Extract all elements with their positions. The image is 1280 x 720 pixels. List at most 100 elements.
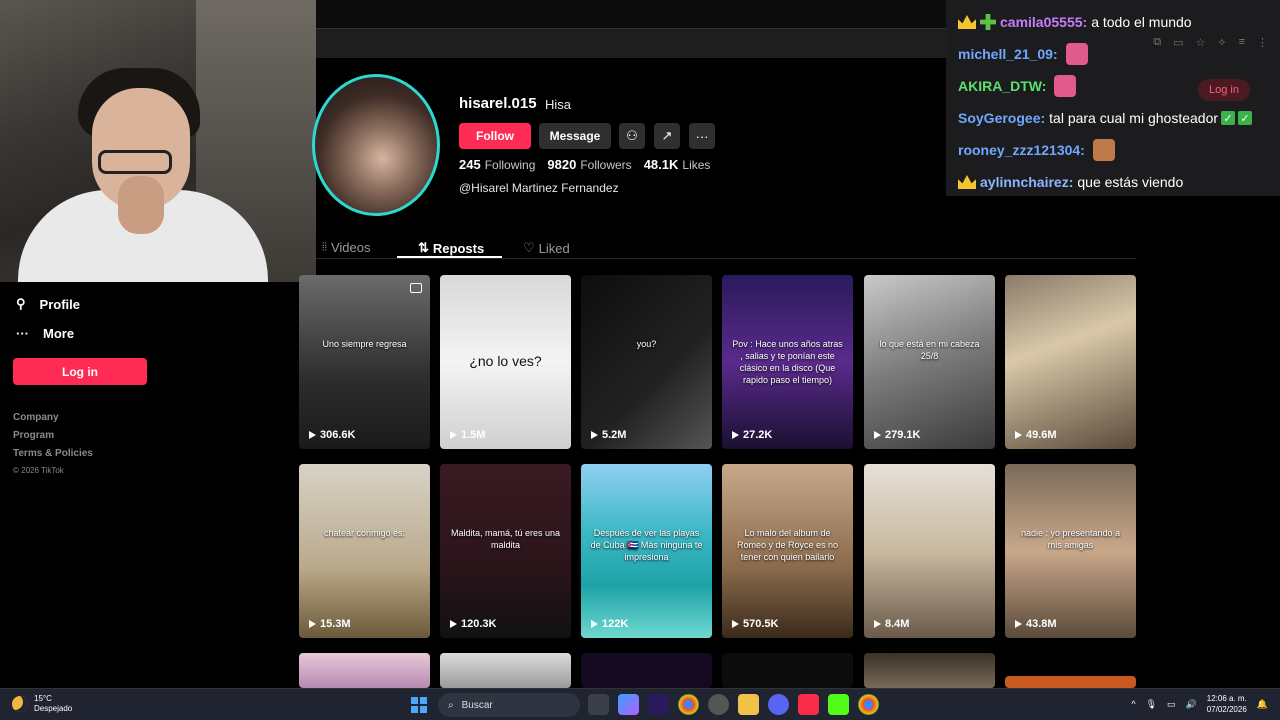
- footer-link-company[interactable]: Company: [13, 412, 59, 423]
- copyright: © 2026 TikTok: [13, 466, 64, 475]
- menu-icon[interactable]: ⋮: [1257, 36, 1268, 49]
- share-button[interactable]: ↗: [654, 123, 680, 149]
- video-caption: Después de ver las playas de Cuba 🇨🇺 Más…: [590, 527, 703, 562]
- chrome-icon[interactable]: [678, 694, 699, 715]
- play-icon: [874, 620, 881, 628]
- chrome-profile-icon[interactable]: [858, 694, 879, 715]
- view-count: 49.6M: [1026, 429, 1057, 441]
- translate-icon[interactable]: ⧉: [1153, 36, 1161, 49]
- message-button[interactable]: Message: [539, 123, 611, 149]
- video-tile[interactable]: 49.6M: [1005, 275, 1136, 449]
- folder-icon[interactable]: [738, 694, 759, 715]
- tab-liked[interactable]: ♡ Liked: [523, 236, 570, 260]
- view-count: 5.2M: [602, 429, 627, 441]
- kick-icon[interactable]: [828, 694, 849, 715]
- footer-link-terms[interactable]: Terms & Policies: [13, 448, 93, 459]
- view-count: 279.1K: [885, 429, 921, 441]
- video-tile-partial[interactable]: [440, 653, 571, 688]
- video-views: 15.3M: [309, 618, 351, 630]
- video-tile[interactable]: lo que está en mi cabeza 25/8 279.1K: [864, 275, 995, 449]
- video-views: 49.6M: [1015, 429, 1057, 441]
- music-icon[interactable]: [798, 694, 819, 715]
- tab-videos[interactable]: ⦙⦙ Videos: [322, 236, 370, 259]
- start-button[interactable]: [411, 697, 427, 713]
- tabs-divider: [316, 258, 1136, 259]
- video-tile[interactable]: ¿no lo ves? 1.5M: [440, 275, 571, 449]
- video-tile[interactable]: chatear conmigo es: 15.3M: [299, 464, 430, 638]
- video-tile[interactable]: nadie : yo presentando a mis amigas 43.8M: [1005, 464, 1136, 638]
- followers-stat[interactable]: 9820 Followers: [547, 157, 631, 172]
- obs-icon[interactable]: [708, 694, 729, 715]
- chat-username[interactable]: SoyGerogee:: [958, 110, 1045, 126]
- weather-temp: 15°C: [34, 694, 52, 703]
- profile-avatar[interactable]: [312, 74, 440, 216]
- video-tile[interactable]: Lo malo del album de Romeo y de Royce es…: [722, 464, 853, 638]
- likes-stat: 48.1K Likes: [644, 157, 711, 172]
- chat-text: que estás viendo: [1077, 174, 1184, 190]
- video-tile[interactable]: Maldita, mamá, tú eres una maldita 120.3K: [440, 464, 571, 638]
- following-stat[interactable]: 245 Following: [459, 157, 535, 172]
- taskbar-search[interactable]: ⌕ Buscar: [438, 693, 580, 717]
- sidebar-item-profile[interactable]: ⚲ Profile: [16, 296, 80, 312]
- likes-count: 48.1K: [643, 157, 679, 172]
- video-views: 279.1K: [874, 429, 920, 441]
- task-view-icon[interactable]: [588, 694, 609, 715]
- more-options-button[interactable]: ···: [689, 123, 715, 149]
- chevron-up-icon[interactable]: ^: [1131, 699, 1135, 709]
- chat-emote-icon: [1065, 43, 1088, 65]
- taskbar-search-label: Buscar: [461, 699, 493, 711]
- play-icon: [591, 620, 598, 628]
- video-tile-partial[interactable]: [722, 653, 853, 688]
- taskbar-clock[interactable]: 12:06 a. m. 07/02/2026: [1207, 693, 1247, 715]
- discord-icon[interactable]: [768, 694, 789, 715]
- video-tile-partial[interactable]: [299, 653, 430, 688]
- add-friend-button[interactable]: ⚇: [619, 123, 645, 149]
- chat-username[interactable]: AKIRA_DTW:: [958, 78, 1046, 94]
- notifications-icon[interactable]: 🔔: [1257, 699, 1268, 710]
- video-views: 120.3K: [450, 618, 496, 630]
- view-count: 122K: [602, 618, 629, 630]
- add-user-icon: ⚇: [626, 128, 638, 143]
- video-tile-partial[interactable]: [581, 653, 712, 688]
- view-count: 570.5K: [743, 618, 779, 630]
- footer-link-program[interactable]: Program: [13, 430, 54, 441]
- playlist-icon[interactable]: ≡: [1239, 36, 1245, 49]
- video-tile-partial[interactable]: [1005, 676, 1136, 688]
- clock-time: 12:06 a. m.: [1206, 694, 1247, 703]
- video-tile-partial[interactable]: [864, 653, 995, 688]
- video-tile[interactable]: Después de ver las playas de Cuba 🇨🇺 Más…: [581, 464, 712, 638]
- chat-username[interactable]: michell_21_09:: [958, 46, 1058, 62]
- chat-message: rooney_zzz121304:: [958, 134, 1268, 166]
- windows-taskbar: 15°C Despejado ⌕ Buscar ^ 🎙 ▭ 🔊 12:06 a. m…: [0, 688, 1280, 720]
- star-icon[interactable]: ☆: [1195, 36, 1205, 49]
- chat-username[interactable]: camila05555:: [1000, 14, 1087, 30]
- video-tile[interactable]: Pov : Hace unos años atras , salias y te…: [722, 275, 853, 449]
- search-icon: ⌕: [448, 699, 454, 711]
- video-tile[interactable]: you? 5.2M: [581, 275, 712, 449]
- chat-message: camila05555: a todo el mundo: [958, 6, 1268, 38]
- followers-count: 9820: [547, 157, 577, 172]
- chat-username[interactable]: aylinnchairez:: [980, 174, 1073, 190]
- play-icon: [309, 620, 316, 628]
- sidebar-item-more[interactable]: ··· More: [16, 326, 74, 341]
- network-icon[interactable]: ▭: [1167, 699, 1176, 710]
- video-tile[interactable]: Uno siempre regresa 306.6K: [299, 275, 430, 449]
- extension-icon[interactable]: ✧: [1217, 36, 1226, 49]
- chat-username[interactable]: rooney_zzz121304:: [958, 142, 1085, 158]
- weather-widget[interactable]: 15°C Despejado: [12, 694, 72, 715]
- play-icon: [1015, 431, 1022, 439]
- microphone-icon[interactable]: 🎙: [1146, 699, 1157, 710]
- follow-button[interactable]: Follow: [459, 123, 531, 149]
- screen-icon[interactable]: ▭: [1173, 36, 1183, 49]
- plus-badge-icon: [980, 14, 996, 30]
- grid-icon: ⦙⦙: [322, 241, 327, 253]
- volume-icon[interactable]: 🔊: [1186, 699, 1197, 710]
- chat-login-button[interactable]: Log in: [1198, 79, 1250, 101]
- video-tile[interactable]: 8.4M: [864, 464, 995, 638]
- profile-username: hisarel.015: [459, 95, 537, 112]
- crown-badge-icon: [958, 175, 976, 189]
- copilot-icon[interactable]: [618, 694, 639, 715]
- login-button[interactable]: Log in: [13, 358, 147, 385]
- sidebar-more-label: More: [43, 326, 75, 341]
- premiere-icon[interactable]: [648, 694, 669, 715]
